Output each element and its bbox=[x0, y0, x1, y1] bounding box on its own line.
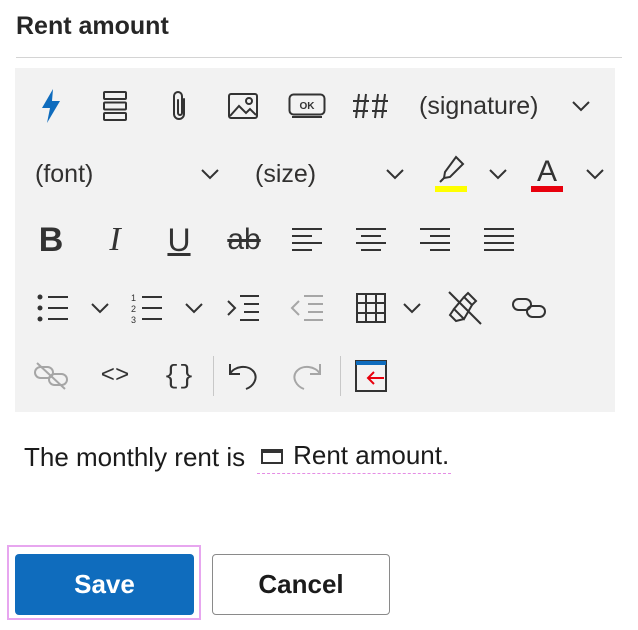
font-color-icon[interactable]: A bbox=[527, 152, 567, 196]
size-dropdown[interactable]: (size) bbox=[255, 160, 316, 189]
image-icon[interactable] bbox=[223, 86, 263, 126]
token-label: Rent amount. bbox=[293, 440, 450, 470]
lightning-icon[interactable] bbox=[33, 86, 69, 126]
svg-text:3: 3 bbox=[131, 315, 136, 324]
chevron-down-icon[interactable] bbox=[181, 298, 207, 318]
redo-icon[interactable] bbox=[287, 356, 327, 396]
align-right-icon[interactable] bbox=[415, 222, 455, 258]
numbered-list-icon[interactable]: 1 2 3 bbox=[127, 288, 167, 328]
link-icon[interactable] bbox=[509, 288, 549, 328]
align-left-icon[interactable] bbox=[287, 222, 327, 258]
chevron-down-icon[interactable] bbox=[87, 298, 113, 318]
chevron-down-icon[interactable] bbox=[382, 164, 408, 184]
hash-icon[interactable] bbox=[350, 86, 392, 126]
undo-icon[interactable] bbox=[223, 356, 263, 396]
align-center-icon[interactable] bbox=[351, 222, 391, 258]
title-bar: Rent amount bbox=[16, 0, 622, 58]
toolbar-separator bbox=[213, 356, 214, 396]
svg-text:2: 2 bbox=[131, 304, 136, 314]
content-text: The monthly rent is bbox=[24, 441, 246, 472]
ok-button-icon[interactable]: OK bbox=[286, 86, 328, 126]
editor-content[interactable]: The monthly rent is Rent amount. bbox=[24, 440, 452, 474]
field-icon bbox=[261, 449, 284, 464]
unlink-icon[interactable] bbox=[31, 356, 71, 396]
italic-button[interactable]: I bbox=[97, 218, 133, 262]
chevron-down-icon[interactable] bbox=[399, 298, 425, 318]
page-title: Rent amount bbox=[16, 12, 169, 40]
indent-icon[interactable] bbox=[223, 288, 263, 328]
highlighter-icon[interactable] bbox=[430, 152, 472, 196]
chevron-down-icon[interactable] bbox=[197, 164, 223, 184]
paperclip-icon[interactable] bbox=[161, 86, 197, 126]
clear-formatting-icon[interactable] bbox=[445, 286, 485, 330]
outdent-icon[interactable] bbox=[287, 288, 327, 328]
save-button[interactable]: Save bbox=[15, 554, 194, 615]
chevron-down-icon[interactable] bbox=[582, 164, 608, 184]
table-icon[interactable] bbox=[351, 288, 391, 328]
cancel-button[interactable]: Cancel bbox=[212, 554, 390, 615]
braces-button[interactable]: {} bbox=[159, 356, 199, 396]
svg-text:OK: OK bbox=[300, 101, 316, 112]
insert-field-icon[interactable] bbox=[351, 356, 391, 396]
rows-icon[interactable] bbox=[97, 86, 133, 126]
strikethrough-button[interactable]: ab bbox=[221, 218, 267, 262]
code-view-button[interactable]: <> bbox=[95, 356, 135, 396]
bold-button[interactable]: B bbox=[33, 218, 69, 262]
justify-icon[interactable] bbox=[479, 222, 519, 258]
font-dropdown[interactable]: (font) bbox=[35, 160, 93, 189]
font-color-letter: A bbox=[537, 155, 557, 188]
svg-text:1: 1 bbox=[131, 293, 136, 303]
placeholder-token[interactable]: Rent amount. bbox=[257, 440, 452, 474]
signature-dropdown[interactable]: (signature) bbox=[419, 92, 539, 121]
bullet-list-icon[interactable] bbox=[33, 288, 73, 328]
underline-button[interactable]: U bbox=[161, 218, 197, 262]
editor-toolbar: OK (signature) (font) (size) A B I U ab … bbox=[15, 68, 615, 412]
toolbar-separator bbox=[340, 356, 341, 396]
chevron-down-icon[interactable] bbox=[568, 96, 594, 116]
chevron-down-icon[interactable] bbox=[485, 164, 511, 184]
